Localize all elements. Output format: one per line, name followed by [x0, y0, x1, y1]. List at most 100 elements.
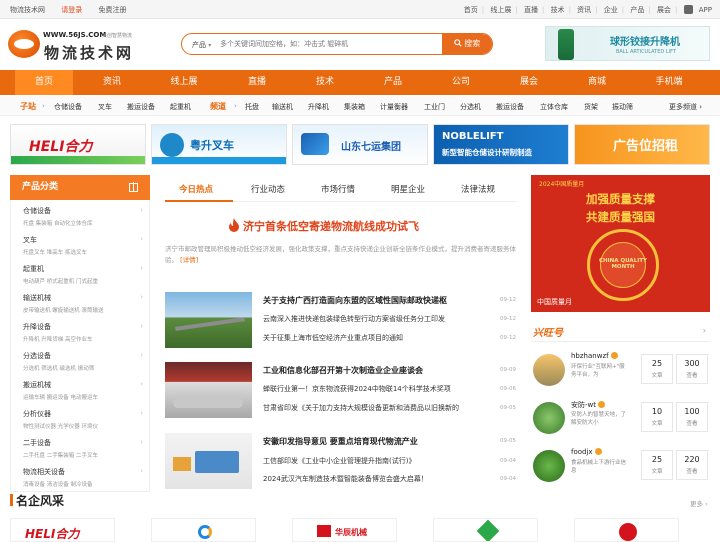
nav-mobile[interactable]: 手机端 [640, 70, 698, 95]
ad-text: 广告位招租 [613, 139, 679, 154]
news-item[interactable]: 云南深入推进快递包装绿色转型行动方案省级任务分工印发 [263, 314, 471, 324]
channel-item[interactable]: 集装箱 [344, 102, 365, 112]
channel-item[interactable]: 托盘 [245, 102, 259, 112]
top-link-company[interactable]: 企业 [604, 6, 618, 14]
enterprise-logo[interactable] [151, 518, 256, 542]
category-related[interactable]: 物流相关设备 [23, 467, 65, 477]
enterprise-logo[interactable]: HELI合力 [10, 518, 115, 542]
ad-banner-recruit[interactable]: 广告位招租 [574, 124, 710, 165]
ad-banner-shandong[interactable]: 山东七运集团 [292, 124, 428, 165]
login-link[interactable]: 请登录 [61, 6, 82, 14]
nav-fairs[interactable]: 展会 [500, 70, 558, 95]
channel-item[interactable]: 立体仓库 [540, 102, 568, 112]
category-subs[interactable]: 托盘 集装箱 自动化立体仓库 [23, 219, 93, 227]
ad-banner-noblelift[interactable]: NOBLELIFT 新型智能仓储设计研制制造 [433, 124, 569, 165]
news-item[interactable]: 工信部印发《工业中小企业管理提升指南(试行)》 [263, 456, 471, 466]
category-used[interactable]: 二手设备 [23, 438, 51, 448]
news-title[interactable]: 安徽印发指导意见 要重点培育现代物流产业 [263, 436, 418, 447]
category-lifting[interactable]: 升降设备 [23, 322, 51, 332]
enterprise-logo[interactable] [574, 518, 679, 542]
quality-month-banner[interactable]: 2024中国质量月 加强质量支撑 共建质量强国 CHINA QUALITY MO… [531, 175, 710, 312]
xingwang-user[interactable]: hbzhanwzf 环保行业"互联网+"服务平台，为 25 文章 300 查看 [531, 350, 710, 396]
category-subs[interactable]: 消毒设备 清洁设备 制冷设备 [23, 480, 93, 488]
category-crane[interactable]: 起重机 [23, 264, 44, 274]
headline-more-link[interactable]: [详情] [180, 256, 198, 264]
category-subs[interactable]: 分选机 筛选机 磁选机 振动筛 [23, 364, 94, 372]
substation-item[interactable]: 叉车 [98, 102, 112, 112]
news-title[interactable]: 关于支持广西打造面向东盟的区域性国际邮政快递枢 [263, 295, 447, 306]
news-title[interactable]: 工业和信息化部召开第十次制造业企业座谈会 [263, 365, 423, 376]
category-warehouse[interactable]: 仓储设备 [23, 206, 51, 216]
category-forklift[interactable]: 叉车 [23, 235, 37, 245]
top-link-product[interactable]: 产品 [630, 6, 644, 14]
enterprise-logo[interactable] [433, 518, 538, 542]
headline-title[interactable]: 济宁首条低空寄递物流航线成功试飞 [243, 218, 419, 234]
category-subs[interactable]: 升降机 升降货梯 高空作业车 [23, 335, 93, 343]
category-subs[interactable]: 二手托盘 二手集装箱 二手叉车 [23, 451, 98, 459]
enterprise-more-link[interactable]: 更多 › [690, 498, 708, 508]
news-item[interactable]: 蝉联行业第一！京东物流获得2024中物联14个科学技术奖项 [263, 384, 471, 394]
channel-item[interactable]: 升降机 [308, 102, 329, 112]
top-link-expo[interactable]: 线上展 [490, 6, 511, 14]
top-link-news[interactable]: 资讯 [577, 6, 591, 14]
top-link-live[interactable]: 直播 [524, 6, 538, 14]
site-logo[interactable]: WWW.56JS.COM 共创智慧物流 物流技术网 [8, 26, 158, 62]
search-category-select[interactable]: 产品 ▾ [192, 40, 211, 50]
enterprise-logo[interactable]: 华辰机械 [292, 518, 397, 542]
chevron-right-icon: › [140, 322, 143, 330]
xingwang-user[interactable]: 安防-wt 安防人的智慧天地，了解安防大小 10 文章 100 查看 [531, 398, 710, 444]
category-handling[interactable]: 搬运机械 [23, 380, 51, 390]
nav-live[interactable]: 直播 [228, 70, 286, 95]
top-link-home[interactable]: 首页 [464, 6, 478, 14]
search-button[interactable]: 搜索 [442, 34, 492, 54]
tab-law[interactable]: 法律法规 [461, 183, 495, 195]
substation-item[interactable]: 起重机 [170, 102, 191, 112]
category-subs[interactable]: 电动葫芦 桥式起重机 门式起重 [23, 277, 98, 285]
top-link-fair[interactable]: 展会 [657, 6, 671, 14]
category-subs[interactable]: 运输车辆 搬运设备 电动搬运车 [23, 393, 98, 401]
category-sorting[interactable]: 分选设备 [23, 351, 51, 361]
nav-expo[interactable]: 线上展 [155, 70, 213, 95]
nav-products[interactable]: 产品 [364, 70, 422, 95]
channel-item[interactable]: 计量衡器 [380, 102, 408, 112]
category-conveyor[interactable]: 输送机械 [23, 293, 51, 303]
header-ad-banner[interactable]: 球形铰接升降机 BALL ARTICULATED LIFT [545, 26, 710, 61]
tab-hot[interactable]: 今日热点 [179, 183, 213, 195]
category-subs[interactable]: 物性测试仪器 光学仪器 环境仪 [23, 422, 98, 430]
nav-tech[interactable]: 技术 [296, 70, 354, 95]
nav-news[interactable]: 资讯 [83, 70, 141, 95]
more-channels-link[interactable]: 更多频道 › [669, 102, 702, 112]
nav-mall[interactable]: 商城 [568, 70, 626, 95]
search-input[interactable] [220, 36, 440, 52]
news-item[interactable]: 甘肃省印发《关于加力支持大规模设备更新和消费品以旧换新的 [263, 403, 471, 413]
news-image[interactable] [165, 292, 252, 348]
tab-stars[interactable]: 明星企业 [391, 183, 425, 195]
channel-item[interactable]: 输送机 [272, 102, 293, 112]
tab-industry[interactable]: 行业动态 [251, 183, 285, 195]
news-image[interactable] [165, 362, 252, 418]
xingwang-user[interactable]: foodjx 食品机械上下游行业信息 25 文章 220 查看 [531, 446, 710, 492]
category-subs[interactable]: 托盘叉车 堆高车 拣选叉车 [23, 248, 87, 256]
app-link[interactable]: APP [699, 6, 712, 14]
news-image[interactable] [165, 433, 252, 489]
channel-item[interactable]: 工业门 [424, 102, 445, 112]
substation-item[interactable]: 仓储设备 [54, 102, 82, 112]
news-item[interactable]: 2024武汉汽车制造技术暨智能装备博览会盛大启幕！ [263, 474, 471, 484]
register-link[interactable]: 免费注册 [98, 6, 126, 14]
ad-banner-heli[interactable]: HELI合力 [10, 124, 146, 165]
substation-item[interactable]: 搬运设备 [127, 102, 155, 112]
site-name-link[interactable]: 物流技术网 [10, 6, 45, 14]
nav-companies[interactable]: 公司 [432, 70, 490, 95]
top-link-tech[interactable]: 技术 [551, 6, 565, 14]
channel-item[interactable]: 分选机 [460, 102, 481, 112]
category-instruments[interactable]: 分析仪器 [23, 409, 51, 419]
channel-item[interactable]: 货架 [584, 102, 598, 112]
channel-item[interactable]: 振动筛 [612, 102, 633, 112]
chevron-right-icon[interactable]: › [703, 326, 706, 335]
ad-banner-yuesheng[interactable]: 粤升叉车 [151, 124, 287, 165]
category-subs[interactable]: 皮带输送机 螺旋输送机 滚筒输送 [23, 306, 104, 314]
news-item[interactable]: 关于征集上海市低空经济产业重点项目的通知 [263, 333, 471, 343]
nav-home[interactable]: 首页 [15, 70, 73, 95]
channel-item[interactable]: 搬运设备 [496, 102, 524, 112]
tab-market[interactable]: 市场行情 [321, 183, 355, 195]
